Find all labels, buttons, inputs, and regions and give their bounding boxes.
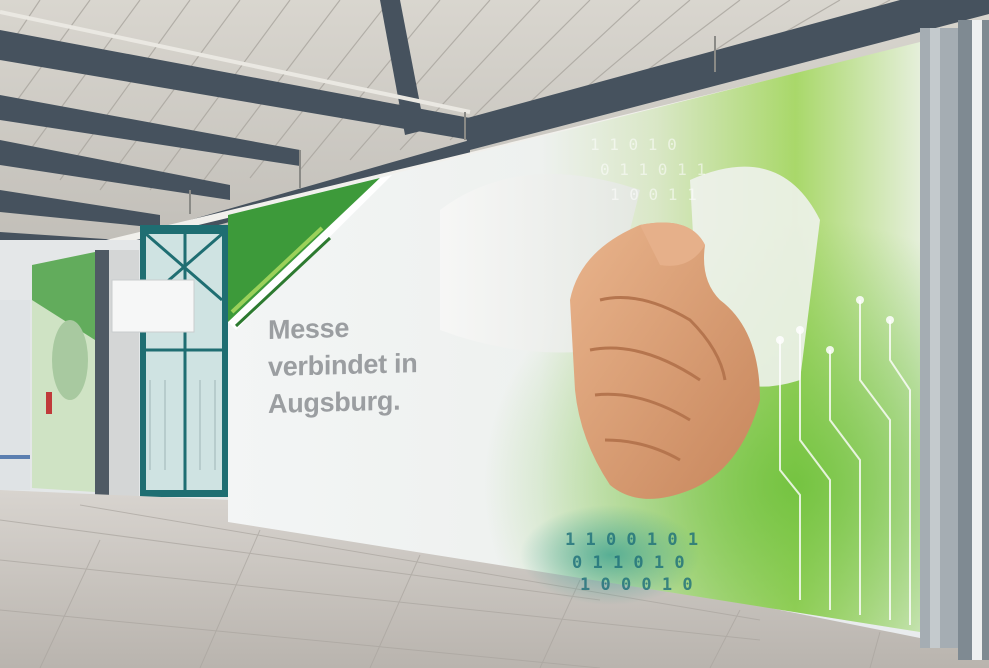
svg-text:1 1 0 0 1 0 1: 1 1 0 0 1 0 1	[565, 530, 698, 550]
svg-text:1 0 0 0 1 0: 1 0 0 0 1 0	[580, 575, 693, 595]
svg-text:1 0 0 1 1: 1 0 0 1 1	[610, 185, 697, 204]
headline-line-2: verbindet in	[268, 348, 418, 382]
hall-illustration: 1 1 0 1 0 0 1 1 0 1 1 1 0 0 1 1 1 1 0 0 …	[0, 0, 989, 668]
svg-text:1 1 0 1 0: 1 1 0 1 0	[590, 135, 677, 154]
svg-text:0 1 1 0 1 0: 0 1 1 0 1 0	[572, 553, 685, 573]
left-pillar	[95, 250, 109, 500]
headline-line-1: Messe	[268, 312, 350, 345]
banner-headline: Messe verbindet in Augsburg.	[268, 307, 468, 423]
exhibition-hall-scene: 1 1 0 1 0 0 1 1 0 1 1 1 0 0 1 1 1 1 0 0 …	[0, 0, 989, 668]
headline-line-3: Augsburg.	[268, 385, 401, 419]
svg-text:0 1 1 0 1 1: 0 1 1 0 1 1	[600, 160, 706, 179]
